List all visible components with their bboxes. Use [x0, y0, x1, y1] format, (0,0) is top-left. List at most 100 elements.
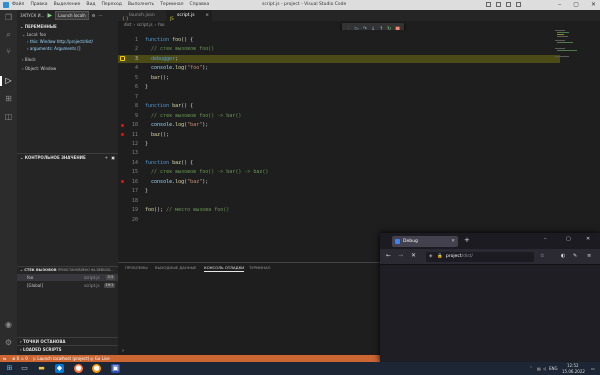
menu-terminal[interactable]: Терминал — [160, 2, 183, 7]
loaded-scripts-header[interactable]: › LOADED SCRIPTS — [17, 345, 118, 352]
toggle-sidebar-icon[interactable] — [486, 2, 491, 7]
source-control-icon[interactable]: ⑂ — [4, 47, 13, 56]
code-line[interactable]: 4 console.log("foo"); — [118, 64, 560, 72]
code-line[interactable]: 16 console.log("baz"); — [118, 178, 560, 186]
keyboard-language[interactable]: ENG — [549, 366, 558, 371]
code-line[interactable]: 12} — [118, 140, 560, 148]
remote-explorer-icon[interactable]: ◫ — [4, 112, 13, 121]
firefox-taskbar-icon[interactable]: ● — [92, 364, 101, 373]
file-explorer-icon[interactable]: ▬ — [37, 364, 46, 373]
breadcrumb-item[interactable]: script.js — [137, 22, 153, 27]
code-line[interactable]: 11 baz(); — [118, 131, 560, 139]
callstack-frame[interactable]: [Global] script.js 19:1 — [17, 282, 118, 289]
code-line[interactable]: 1 function foo() { — [118, 36, 560, 44]
code-line[interactable]: 20 — [118, 216, 560, 224]
code-line[interactable]: 19 foo(); // место вызова foo() — [118, 206, 560, 214]
pocket-icon[interactable]: ◐ — [561, 253, 565, 259]
bookmark-star-icon[interactable]: ☆ — [540, 253, 544, 259]
browser-tab-debug[interactable]: Debug ✕ — [392, 236, 458, 247]
minimize-icon[interactable]: – — [558, 1, 561, 8]
breakpoints-header[interactable]: › ТОЧКИ ОСТАНОВА — [17, 337, 118, 344]
tab-close-icon[interactable]: × — [205, 10, 209, 21]
scope-global[interactable]: › Object: Window — [17, 65, 118, 72]
search-icon[interactable]: ⌕ — [4, 30, 13, 39]
code-line[interactable]: 7 — [118, 93, 560, 101]
reload-icon[interactable]: ✕ — [411, 252, 416, 259]
debug-console-prompt[interactable]: › — [122, 348, 124, 354]
code-line[interactable]: 18 — [118, 197, 560, 205]
breadcrumb-item[interactable]: foo — [158, 22, 164, 27]
menu-selection[interactable]: Выделение — [54, 2, 81, 7]
code-line[interactable]: 13 — [118, 149, 560, 157]
tab-launch-json[interactable]: { } launch.json — [118, 10, 165, 21]
code-line[interactable]: 10 console.log("bar"); — [118, 121, 560, 129]
browser-menu-icon[interactable]: ≡ — [587, 253, 591, 259]
extensions-icon[interactable]: ⊞ — [4, 94, 13, 103]
settings-gear-icon[interactable]: ⚙ — [4, 338, 13, 347]
callstack-header[interactable]: ⌄ СТЕК ВЫЗОВОВ ПРИОСТАНОВЛЕНО НА DEBUGG.… — [17, 266, 118, 273]
tab-output[interactable]: ВЫХОДНЫЕ ДАННЫЕ — [155, 265, 196, 270]
menu-go[interactable]: Переход — [102, 2, 122, 7]
code-line[interactable]: 9 // стек вызовов foo() -> bar() — [118, 112, 560, 120]
menu-help[interactable]: Справка — [189, 2, 209, 7]
maximize-icon[interactable]: ▢ — [573, 1, 579, 8]
variables-header[interactable]: ⌄ ПЕРЕМЕННЫЕ — [17, 23, 118, 30]
new-tab-button[interactable]: + — [464, 236, 470, 244]
menu-edit[interactable]: Правка — [30, 2, 47, 7]
problems-count[interactable]: ⊗ 0 ⚠ 0 — [12, 355, 28, 362]
code-line[interactable]: 14 function baz() { — [118, 159, 560, 167]
variable-arguments[interactable]: › arguments: Arguments [] — [17, 45, 118, 52]
minimap[interactable] — [555, 30, 585, 60]
breadcrumb-item[interactable]: dist — [124, 22, 131, 27]
add-expression-icon[interactable]: + — [105, 154, 108, 161]
watch-header[interactable]: ⌄ КОНТРОЛЬНОЕ ЗНАЧЕНИЕ + ▣ — [17, 153, 118, 160]
run-debug-icon[interactable]: ▷ — [4, 76, 13, 85]
browser-maximize-icon[interactable]: ▢ — [566, 236, 571, 242]
code-editor[interactable]: 1 function foo() {2 // стек вызовов foo()… — [118, 30, 600, 260]
launch-config-select[interactable]: Launch localh — [55, 11, 89, 20]
callstack-frame[interactable]: foo script.js 3:3 — [17, 274, 118, 281]
code-line[interactable]: 6} — [118, 83, 560, 91]
remote-indicator-icon[interactable]: ⇆ — [3, 355, 6, 362]
tab-debug-console[interactable]: КОНСОЛЬ ОТЛАДКИ — [204, 265, 245, 272]
code-line[interactable]: 2 // стек вызовов foo() — [118, 45, 560, 53]
tab-script-js[interactable]: JS script.js × — [166, 10, 212, 21]
more-actions-icon[interactable]: ··· — [98, 13, 102, 18]
url-bar[interactable]: ◈ 🔒 project/dist/ — [426, 252, 534, 262]
clock-time[interactable]: 12:52 — [567, 363, 579, 368]
browser-minimize-icon[interactable]: – — [544, 236, 547, 242]
debug-launch-status[interactable]: ▷ Launch localhost (project) — [33, 355, 89, 362]
tray-chevron-icon[interactable]: ˄ — [530, 366, 532, 371]
collapse-all-icon[interactable]: ▣ — [111, 154, 115, 161]
menu-view[interactable]: Вид — [86, 2, 95, 7]
app-taskbar-icon[interactable]: ▣ — [111, 364, 120, 373]
tab-terminal[interactable]: ТЕРМИНАЛ — [249, 265, 270, 270]
live-server-button[interactable]: ◎ Go Live — [90, 355, 110, 362]
volume-icon[interactable]: ◁ — [543, 366, 546, 371]
scope-block[interactable]: › Block — [17, 56, 118, 63]
notifications-icon[interactable]: ▭ — [591, 366, 595, 371]
clock-date[interactable]: 15.06.2022 — [562, 369, 585, 374]
browser-close-icon[interactable]: ✕ — [586, 236, 590, 242]
variable-this[interactable]: › this: Window http://project/dist/ — [17, 38, 118, 45]
forward-icon[interactable]: → — [398, 252, 403, 259]
back-icon[interactable]: ← — [386, 252, 391, 259]
code-line[interactable]: 15 // стек вызовов foo() -> bar() -> baz… — [118, 168, 560, 176]
vscode-taskbar-icon[interactable]: ◆ — [55, 364, 64, 373]
start-debugging-icon[interactable]: ▶ — [47, 12, 52, 19]
extensions-puzzle-icon[interactable]: ✎ — [573, 253, 577, 259]
code-line[interactable]: 3 debugger; — [118, 54, 560, 63]
customize-layout-icon[interactable] — [516, 2, 521, 7]
scope-local[interactable]: ⌄ Local: foo — [17, 31, 118, 38]
menu-run[interactable]: Выполнить — [128, 2, 154, 7]
browser-tab-close-icon[interactable]: ✕ — [451, 236, 455, 247]
windows-start-icon[interactable]: ⊞ — [5, 364, 14, 373]
toggle-secondary-sidebar-icon[interactable] — [506, 2, 511, 7]
open-launch-json-icon[interactable]: ⚙ — [92, 13, 96, 18]
browser-page-content[interactable] — [380, 265, 600, 362]
toggle-panel-icon[interactable] — [496, 2, 501, 7]
task-view-icon[interactable]: ▭ — [20, 364, 29, 373]
close-icon[interactable]: ✕ — [591, 1, 596, 8]
firefox-dev-taskbar-icon[interactable]: ● — [74, 364, 83, 373]
menu-file[interactable]: Файл — [12, 2, 24, 7]
